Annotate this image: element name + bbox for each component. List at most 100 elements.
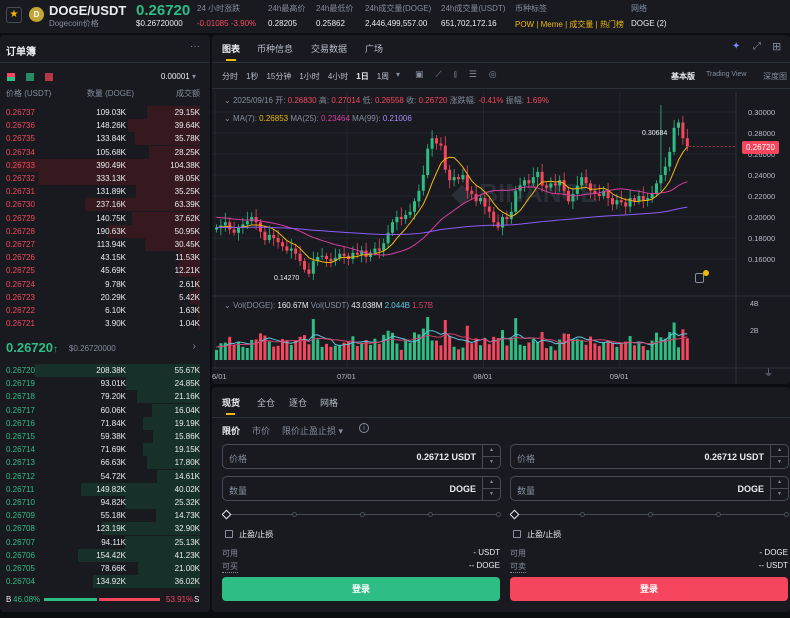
candle-type-icon[interactable]: ⫾ — [454, 69, 457, 80]
favorite-star-icon[interactable]: ★ — [6, 7, 22, 23]
ask-row[interactable]: 0.26730 237.16K 63.39K — [6, 198, 200, 212]
view-bids-icon[interactable] — [26, 73, 34, 81]
ask-row[interactable]: 0.26735 133.84K 35.78K — [6, 132, 200, 146]
more-options-icon[interactable]: ··· — [190, 41, 200, 52]
price-stepper[interactable]: ▲ ▼ — [770, 445, 788, 468]
interval-0[interactable]: 分时 — [222, 71, 238, 82]
ask-row[interactable]: 0.26726 43.15K 11.53K — [6, 251, 200, 265]
ask-row[interactable]: 0.26736 148.26K 39.64K — [6, 119, 200, 133]
bid-row[interactable]: 0.26709 55.18K 14.73K — [6, 509, 200, 523]
sell-login-button[interactable]: 登录 — [510, 577, 788, 601]
view-depth[interactable]: 深度图 — [763, 71, 787, 82]
tag[interactable]: 热门榜 — [600, 20, 624, 29]
ask-row[interactable]: 0.26725 45.69K 12.21K — [6, 264, 200, 278]
slider-mark[interactable] — [784, 512, 789, 517]
bid-row[interactable]: 0.26712 54.72K 14.61K — [6, 469, 200, 483]
bid-row[interactable]: 0.26719 93.01K 24.85K — [6, 377, 200, 391]
tag[interactable]: 成交量 — [569, 20, 593, 29]
view-basic[interactable]: 基本版 — [671, 71, 695, 82]
order-type-stop-limit[interactable]: 限价止盈止损 ▾ — [282, 424, 343, 437]
bid-row[interactable]: 0.26707 94.11K 25.13K — [6, 535, 200, 549]
tab-spot[interactable]: 现货 — [222, 396, 240, 409]
candlestick-chart[interactable]: 0.300000.280000.260000.240000.220000.200… — [212, 92, 790, 384]
view-tradingview[interactable]: Trading View — [706, 71, 746, 78]
buy-quantity-input[interactable]: 数量 DOGE ▲ ▼ — [222, 476, 501, 501]
interval-1[interactable]: 1秒 — [246, 71, 258, 82]
ask-row[interactable]: 0.26733 390.49K 104.38K — [6, 158, 200, 172]
tab-square[interactable]: 广场 — [365, 42, 383, 55]
order-type-limit[interactable]: 限价 — [222, 424, 240, 437]
ask-row[interactable]: 0.26729 140.75K 37.62K — [6, 211, 200, 225]
bid-row[interactable]: 0.26704 134.92K 36.02K — [6, 575, 200, 589]
settings-list-icon[interactable]: ☰ — [469, 69, 477, 80]
slider-mark[interactable] — [580, 512, 585, 517]
sell-quantity-input[interactable]: 数量 DOGE ▲ ▼ — [510, 476, 789, 501]
buy-tpsl-checkbox[interactable] — [225, 530, 233, 538]
buy-price-input[interactable]: 价格 0.26712 USDT ▲ ▼ — [222, 444, 501, 469]
interval-2[interactable]: 15分钟 — [266, 71, 291, 82]
slider-handle[interactable] — [509, 509, 520, 520]
bid-row[interactable]: 0.26716 71.84K 19.19K — [6, 416, 200, 430]
slider-mark[interactable] — [716, 512, 721, 517]
price-stepper[interactable]: ▲ ▼ — [482, 445, 500, 468]
buy-percent-slider[interactable] — [221, 509, 501, 520]
ai-sparkle-icon[interactable]: ✦ — [732, 41, 740, 52]
fit-scale-icon[interactable]: ⏚ — [764, 366, 773, 379]
ask-row[interactable]: 0.26728 190.63K 50.95K — [6, 224, 200, 238]
tag[interactable]: POW — [515, 20, 534, 29]
tab-coin-info[interactable]: 币种信息 — [257, 42, 293, 55]
tab-grid[interactable]: 网格 — [320, 396, 338, 409]
bid-row[interactable]: 0.26706 154.42K 41.23K — [6, 548, 200, 562]
calendar-icon[interactable]: ▣ — [415, 69, 424, 80]
more-chevron-icon[interactable]: › — [193, 341, 196, 352]
ask-row[interactable]: 0.26732 333.13K 89.05K — [6, 172, 200, 185]
quantity-stepper[interactable]: ▲ ▼ — [482, 477, 500, 500]
coin-price-link[interactable]: Dogecoin价格 — [49, 18, 99, 29]
quantity-stepper[interactable]: ▲ ▼ — [770, 477, 788, 500]
view-both-icon[interactable] — [7, 73, 15, 81]
bid-row[interactable]: 0.26718 79.20K 21.16K — [6, 390, 200, 404]
interval-5[interactable]: 1日 — [356, 71, 368, 82]
ask-row[interactable]: 0.26727 113.94K 30.45K — [6, 238, 200, 251]
slider-mark[interactable] — [496, 512, 501, 517]
ask-row[interactable]: 0.26724 9.78K 2.61K — [6, 277, 200, 291]
slider-mark[interactable] — [428, 512, 433, 517]
sell-percent-slider[interactable] — [509, 509, 789, 520]
interval-6[interactable]: 1周 — [377, 71, 389, 82]
bid-row[interactable]: 0.26715 59.38K 15.86K — [6, 430, 200, 443]
info-icon[interactable]: i — [359, 423, 369, 433]
increment-icon[interactable]: ▲ — [483, 445, 500, 456]
view-asks-icon[interactable] — [45, 73, 53, 81]
ask-row[interactable]: 0.26734 105.68K 28.25K — [6, 145, 200, 159]
bid-row[interactable]: 0.26710 94.82K 25.32K — [6, 496, 200, 509]
increment-icon[interactable]: ▲ — [771, 477, 788, 488]
interval-4[interactable]: 4小时 — [328, 71, 348, 82]
bid-row[interactable]: 0.26720 208.38K 55.67K — [6, 364, 200, 377]
slider-mark[interactable] — [292, 512, 297, 517]
tag[interactable]: Meme — [541, 20, 563, 29]
more-intervals-chevron-icon[interactable]: ▾ — [396, 70, 400, 79]
bid-row[interactable]: 0.26713 66.63K 17.80K — [6, 456, 200, 470]
network-value[interactable]: DOGE (2) — [631, 19, 667, 28]
buy-login-button[interactable]: 登录 — [222, 577, 500, 601]
slider-handle[interactable] — [221, 509, 232, 520]
decrement-icon[interactable]: ▼ — [483, 488, 500, 500]
bid-row[interactable]: 0.26714 71.69K 19.15K — [6, 443, 200, 457]
tab-chart[interactable]: 图表 — [222, 42, 240, 55]
slider-mark[interactable] — [648, 512, 653, 517]
indicator-icon[interactable]: ⟋ — [436, 69, 442, 80]
order-type-market[interactable]: 市价 — [252, 424, 270, 437]
interval-3[interactable]: 1小时 — [299, 71, 319, 82]
bid-row[interactable]: 0.26705 78.66K 21.00K — [6, 562, 200, 575]
increment-icon[interactable]: ▲ — [483, 477, 500, 488]
bid-row[interactable]: 0.26711 149.82K 40.02K — [6, 482, 200, 496]
ask-row[interactable]: 0.26722 6.10K 1.63K — [6, 304, 200, 317]
bid-row[interactable]: 0.26717 60.06K 16.04K — [6, 403, 200, 417]
decrement-icon[interactable]: ▼ — [483, 456, 500, 468]
expand-icon[interactable]: ⤢ — [753, 41, 761, 52]
sell-price-input[interactable]: 价格 0.26712 USDT ▲ ▼ — [510, 444, 789, 469]
tab-isolated-margin[interactable]: 逐仓 — [289, 396, 307, 409]
ask-row[interactable]: 0.26737 109.03K 29.15K — [6, 106, 200, 119]
ask-row[interactable]: 0.26721 3.90K 1.04K — [6, 317, 200, 331]
target-icon[interactable]: ◎ — [489, 69, 497, 80]
